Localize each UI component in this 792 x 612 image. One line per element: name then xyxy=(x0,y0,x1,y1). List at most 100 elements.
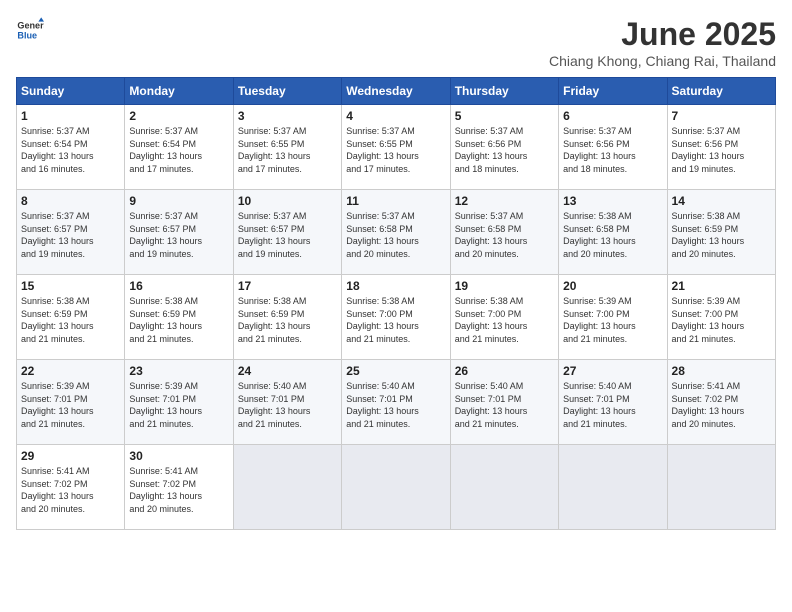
table-row: 16Sunrise: 5:38 AM Sunset: 6:59 PM Dayli… xyxy=(125,275,233,360)
day-info: Sunrise: 5:37 AM Sunset: 6:57 PM Dayligh… xyxy=(129,211,202,259)
day-info: Sunrise: 5:37 AM Sunset: 6:56 PM Dayligh… xyxy=(672,126,745,174)
day-number: 25 xyxy=(346,364,445,378)
day-number: 26 xyxy=(455,364,554,378)
day-info: Sunrise: 5:37 AM Sunset: 6:55 PM Dayligh… xyxy=(238,126,311,174)
day-number: 20 xyxy=(563,279,662,293)
table-row: 9 Sunrise: 5:37 AM Sunset: 6:57 PM Daylig… xyxy=(125,190,233,275)
calendar-subtitle: Chiang Khong, Chiang Rai, Thailand xyxy=(549,53,776,69)
logo-icon: General Blue xyxy=(16,16,44,44)
day-number: 15 xyxy=(21,279,120,293)
table-row: 6 Sunrise: 5:37 AM Sunset: 6:56 PM Daylig… xyxy=(559,105,667,190)
logo: General Blue xyxy=(16,16,44,44)
day-number: 24 xyxy=(238,364,337,378)
table-row xyxy=(233,445,341,530)
day-number: 9 xyxy=(129,194,228,208)
calendar-week-2: 8 Sunrise: 5:37 AM Sunset: 6:57 PM Daylig… xyxy=(17,190,776,275)
day-number: 1 xyxy=(21,109,120,123)
day-number: 13 xyxy=(563,194,662,208)
day-info: Sunrise: 5:37 AM Sunset: 6:54 PM Dayligh… xyxy=(21,126,94,174)
day-number: 16 xyxy=(129,279,228,293)
day-info: Sunrise: 5:37 AM Sunset: 6:57 PM Dayligh… xyxy=(21,211,94,259)
table-row: 28Sunrise: 5:41 AM Sunset: 7:02 PM Dayli… xyxy=(667,360,775,445)
day-number: 28 xyxy=(672,364,771,378)
col-friday: Friday xyxy=(559,78,667,105)
day-info: Sunrise: 5:39 AM Sunset: 7:00 PM Dayligh… xyxy=(672,296,745,344)
calendar-week-3: 15 Sunrise: 5:38 AM Sunset: 6:59 PM Dayli… xyxy=(17,275,776,360)
day-number: 5 xyxy=(455,109,554,123)
day-info: Sunrise: 5:40 AM Sunset: 7:01 PM Dayligh… xyxy=(455,381,528,429)
title-area: June 2025 Chiang Khong, Chiang Rai, Thai… xyxy=(549,16,776,69)
calendar-title: June 2025 xyxy=(549,16,776,53)
calendar-week-1: 1 Sunrise: 5:37 AM Sunset: 6:54 PM Daylig… xyxy=(17,105,776,190)
table-row xyxy=(342,445,450,530)
calendar-week-5: 29Sunrise: 5:41 AM Sunset: 7:02 PM Dayli… xyxy=(17,445,776,530)
table-row: 8 Sunrise: 5:37 AM Sunset: 6:57 PM Daylig… xyxy=(17,190,125,275)
day-number: 3 xyxy=(238,109,337,123)
day-number: 22 xyxy=(21,364,120,378)
header-row: Sunday Monday Tuesday Wednesday Thursday… xyxy=(17,78,776,105)
col-monday: Monday xyxy=(125,78,233,105)
day-number: 8 xyxy=(21,194,120,208)
day-info: Sunrise: 5:39 AM Sunset: 7:01 PM Dayligh… xyxy=(21,381,94,429)
day-info: Sunrise: 5:37 AM Sunset: 6:56 PM Dayligh… xyxy=(455,126,528,174)
day-info: Sunrise: 5:39 AM Sunset: 7:00 PM Dayligh… xyxy=(563,296,636,344)
day-info: Sunrise: 5:41 AM Sunset: 7:02 PM Dayligh… xyxy=(21,466,94,514)
day-number: 18 xyxy=(346,279,445,293)
table-row: 22 Sunrise: 5:39 AM Sunset: 7:01 PM Dayli… xyxy=(17,360,125,445)
table-row: 3 Sunrise: 5:37 AM Sunset: 6:55 PM Daylig… xyxy=(233,105,341,190)
day-number: 30 xyxy=(129,449,228,463)
day-number: 17 xyxy=(238,279,337,293)
day-info: Sunrise: 5:38 AM Sunset: 6:59 PM Dayligh… xyxy=(238,296,311,344)
table-row: 10Sunrise: 5:37 AM Sunset: 6:57 PM Dayli… xyxy=(233,190,341,275)
calendar-table: Sunday Monday Tuesday Wednesday Thursday… xyxy=(16,77,776,530)
svg-text:Blue: Blue xyxy=(17,30,37,40)
day-info: Sunrise: 5:38 AM Sunset: 6:59 PM Dayligh… xyxy=(21,296,94,344)
table-row: 27 Sunrise: 5:40 AM Sunset: 7:01 PM Dayli… xyxy=(559,360,667,445)
day-number: 12 xyxy=(455,194,554,208)
day-number: 14 xyxy=(672,194,771,208)
col-thursday: Thursday xyxy=(450,78,558,105)
table-row xyxy=(667,445,775,530)
table-row: 20 Sunrise: 5:39 AM Sunset: 7:00 PM Dayli… xyxy=(559,275,667,360)
table-row: 23Sunrise: 5:39 AM Sunset: 7:01 PM Dayli… xyxy=(125,360,233,445)
col-saturday: Saturday xyxy=(667,78,775,105)
col-wednesday: Wednesday xyxy=(342,78,450,105)
day-info: Sunrise: 5:41 AM Sunset: 7:02 PM Dayligh… xyxy=(129,466,202,514)
table-row: 17 Sunrise: 5:38 AM Sunset: 6:59 PM Dayli… xyxy=(233,275,341,360)
table-row xyxy=(450,445,558,530)
day-info: Sunrise: 5:37 AM Sunset: 6:56 PM Dayligh… xyxy=(563,126,636,174)
table-row: 15 Sunrise: 5:38 AM Sunset: 6:59 PM Dayli… xyxy=(17,275,125,360)
table-row: 14 Sunrise: 5:38 AM Sunset: 6:59 PM Dayli… xyxy=(667,190,775,275)
day-info: Sunrise: 5:38 AM Sunset: 6:59 PM Dayligh… xyxy=(672,211,745,259)
svg-text:General: General xyxy=(17,21,44,31)
table-row: 30 Sunrise: 5:41 AM Sunset: 7:02 PM Dayli… xyxy=(125,445,233,530)
day-number: 10 xyxy=(238,194,337,208)
calendar-week-4: 22 Sunrise: 5:39 AM Sunset: 7:01 PM Dayli… xyxy=(17,360,776,445)
table-row: 29Sunrise: 5:41 AM Sunset: 7:02 PM Dayli… xyxy=(17,445,125,530)
table-row: 4Sunrise: 5:37 AM Sunset: 6:55 PM Daylig… xyxy=(342,105,450,190)
day-number: 21 xyxy=(672,279,771,293)
day-number: 27 xyxy=(563,364,662,378)
day-number: 6 xyxy=(563,109,662,123)
day-info: Sunrise: 5:37 AM Sunset: 6:55 PM Dayligh… xyxy=(346,126,419,174)
table-row xyxy=(559,445,667,530)
day-number: 19 xyxy=(455,279,554,293)
table-row: 12 Sunrise: 5:37 AM Sunset: 6:58 PM Dayli… xyxy=(450,190,558,275)
table-row: 18Sunrise: 5:38 AM Sunset: 7:00 PM Dayli… xyxy=(342,275,450,360)
day-info: Sunrise: 5:39 AM Sunset: 7:01 PM Dayligh… xyxy=(129,381,202,429)
table-row: 13 Sunrise: 5:38 AM Sunset: 6:58 PM Dayli… xyxy=(559,190,667,275)
day-info: Sunrise: 5:37 AM Sunset: 6:54 PM Dayligh… xyxy=(129,126,202,174)
col-tuesday: Tuesday xyxy=(233,78,341,105)
table-row: 19 Sunrise: 5:38 AM Sunset: 7:00 PM Dayli… xyxy=(450,275,558,360)
table-row: 21 Sunrise: 5:39 AM Sunset: 7:00 PM Dayli… xyxy=(667,275,775,360)
day-info: Sunrise: 5:40 AM Sunset: 7:01 PM Dayligh… xyxy=(563,381,636,429)
day-number: 11 xyxy=(346,194,445,208)
day-info: Sunrise: 5:38 AM Sunset: 6:58 PM Dayligh… xyxy=(563,211,636,259)
table-row: 26 Sunrise: 5:40 AM Sunset: 7:01 PM Dayli… xyxy=(450,360,558,445)
day-info: Sunrise: 5:38 AM Sunset: 7:00 PM Dayligh… xyxy=(455,296,528,344)
col-sunday: Sunday xyxy=(17,78,125,105)
day-number: 7 xyxy=(672,109,771,123)
day-info: Sunrise: 5:37 AM Sunset: 6:58 PM Dayligh… xyxy=(455,211,528,259)
table-row: 5 Sunrise: 5:37 AM Sunset: 6:56 PM Daylig… xyxy=(450,105,558,190)
table-row: 25Sunrise: 5:40 AM Sunset: 7:01 PM Dayli… xyxy=(342,360,450,445)
